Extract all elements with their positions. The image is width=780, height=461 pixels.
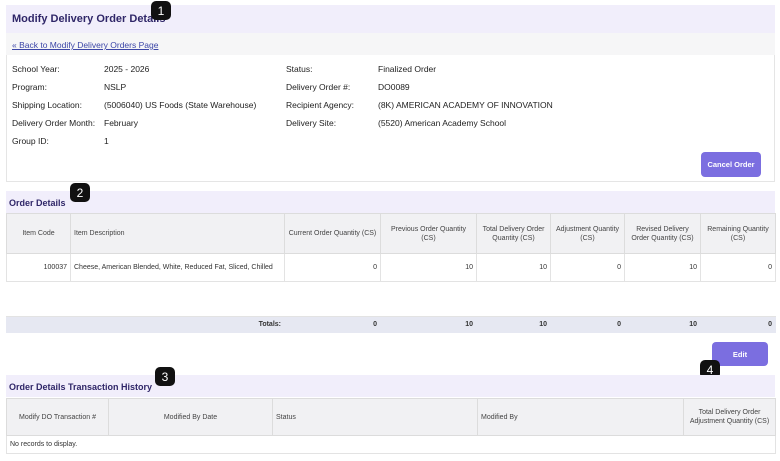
callout-badge-2: 2 bbox=[70, 183, 90, 202]
program-label: Program: bbox=[12, 82, 47, 92]
back-row: « Back to Modify Delivery Orders Page bbox=[6, 33, 775, 55]
recipient-agency-value: (8K) AMERICAN ACADEMY OF INNOVATION bbox=[378, 100, 553, 110]
callout-badge-3: 3 bbox=[155, 367, 175, 386]
col-revised-delivery-order-quantity[interactable]: Revised Delivery Order Quantity (CS) bbox=[624, 213, 701, 254]
totals-previous: 10 bbox=[380, 316, 477, 333]
back-link[interactable]: « Back to Modify Delivery Orders Page bbox=[12, 40, 158, 50]
previous-quantity-cell: 10 bbox=[380, 253, 477, 282]
transaction-history-table: Modify DO Transaction # Modified By Date… bbox=[6, 398, 776, 454]
recipient-agency-label: Recipient Agency: bbox=[286, 100, 355, 110]
callout-badge-1: 1 bbox=[151, 1, 171, 20]
delivery-month-label: Delivery Order Month: bbox=[12, 118, 96, 128]
order-details-header-row: Item Code Item Description Current Order… bbox=[6, 213, 776, 254]
totals-row: Totals: 0 10 10 0 10 0 bbox=[6, 316, 776, 333]
page-title: Modify Delivery Order Details bbox=[12, 13, 166, 25]
cancel-order-button[interactable]: Cancel Order bbox=[701, 152, 761, 177]
col-status[interactable]: Status bbox=[272, 398, 478, 436]
totals-label: Totals: bbox=[6, 316, 285, 333]
totals-adjustment: 0 bbox=[550, 316, 625, 333]
transaction-history-header: Order Details Transaction History bbox=[6, 375, 775, 397]
status-value: Finalized Order bbox=[378, 64, 437, 74]
school-year-value: 2025 - 2026 bbox=[104, 64, 150, 74]
remaining-quantity-cell: 0 bbox=[700, 253, 776, 282]
delivery-month-value: February bbox=[104, 118, 139, 128]
order-details-title: Order Details bbox=[9, 198, 66, 208]
order-details-header: Order Details bbox=[6, 191, 775, 213]
col-item-description[interactable]: Item Description bbox=[70, 213, 285, 254]
no-records-row: No records to display. bbox=[6, 435, 776, 454]
status-label: Status: bbox=[286, 64, 313, 74]
no-records-message: No records to display. bbox=[6, 435, 776, 454]
col-remaining-quantity[interactable]: Remaining Quantity (CS) bbox=[700, 213, 776, 254]
group-id-label: Group ID: bbox=[12, 136, 49, 146]
col-modified-by-date[interactable]: Modified By Date bbox=[108, 398, 273, 436]
revised-quantity-cell: 10 bbox=[624, 253, 701, 282]
col-modify-do-transaction[interactable]: Modify DO Transaction # bbox=[6, 398, 109, 436]
empty-row bbox=[6, 281, 776, 317]
col-total-adjustment-quantity[interactable]: Total Delivery Order Adjustment Quantity… bbox=[683, 398, 776, 436]
totals-remaining: 0 bbox=[700, 316, 776, 333]
edit-button[interactable]: Edit bbox=[712, 342, 768, 366]
table-row: 100037 Cheese, American Blended, White, … bbox=[6, 253, 776, 282]
adjustment-quantity-cell: 0 bbox=[550, 253, 625, 282]
col-adjustment-quantity[interactable]: Adjustment Quantity (CS) bbox=[550, 213, 625, 254]
shipping-location-value: (5006040) US Foods (State Warehouse) bbox=[104, 100, 257, 110]
transaction-history-title: Order Details Transaction History bbox=[9, 382, 153, 392]
col-modified-by[interactable]: Modified By bbox=[477, 398, 684, 436]
program-value: NSLP bbox=[104, 82, 127, 92]
shipping-location-label: Shipping Location: bbox=[12, 100, 82, 110]
delivery-order-number-value: DO0089 bbox=[378, 82, 410, 92]
total-quantity-cell: 10 bbox=[476, 253, 551, 282]
school-year-label: School Year: bbox=[12, 64, 60, 74]
delivery-order-number-label: Delivery Order #: bbox=[286, 82, 351, 92]
current-quantity-cell: 0 bbox=[284, 253, 381, 282]
page-header: Modify Delivery Order Details bbox=[6, 5, 775, 33]
group-id-value: 1 bbox=[104, 136, 109, 146]
history-header-row: Modify DO Transaction # Modified By Date… bbox=[6, 398, 776, 436]
delivery-site-value: (5520) American Academy School bbox=[378, 118, 507, 128]
col-item-code[interactable]: Item Code bbox=[6, 213, 71, 254]
delivery-site-label: Delivery Site: bbox=[286, 118, 337, 128]
totals-revised: 10 bbox=[624, 316, 701, 333]
order-details-table: Item Code Item Description Current Order… bbox=[6, 213, 776, 333]
col-previous-order-quantity[interactable]: Previous Order Quantity (CS) bbox=[380, 213, 477, 254]
item-description-cell: Cheese, American Blended, White, Reduced… bbox=[70, 253, 285, 282]
col-total-delivery-order-quantity[interactable]: Total Delivery Order Quantity (CS) bbox=[476, 213, 551, 254]
item-code-cell: 100037 bbox=[6, 253, 71, 282]
totals-current: 0 bbox=[284, 316, 381, 333]
col-current-order-quantity[interactable]: Current Order Quantity (CS) bbox=[284, 213, 381, 254]
totals-total: 10 bbox=[476, 316, 551, 333]
